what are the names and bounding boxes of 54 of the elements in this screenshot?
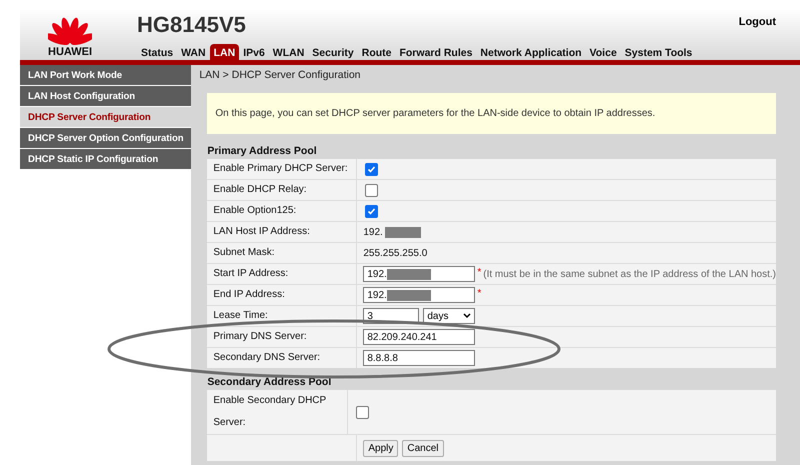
field-label: Secondary DNS Server: (207, 348, 358, 368)
field-label: Enable Primary DHCP Server: (207, 159, 358, 179)
field-label: End IP Address: (207, 285, 358, 305)
sidebar-item[interactable]: LAN Host Configuration (20, 86, 192, 106)
info-notice: On this page, you can set DHCP server parameters for the LAN-side device to obtain IP addresses. (207, 93, 776, 134)
sidebar-item[interactable]: DHCP Server Option Configuration (20, 128, 192, 148)
nav-tab[interactable]: Network Application (476, 44, 586, 63)
action-button[interactable]: Apply (363, 440, 398, 456)
value-text: 255.255.255.0 (363, 248, 428, 258)
hint-text: (It must be in the same subnet as the IP address of the LAN host.) (483, 268, 776, 280)
model-title: HG8145V5 (137, 12, 246, 38)
nav-tab[interactable]: WAN (177, 44, 210, 63)
field-label: Enable Secondary DHCP Server: (207, 390, 348, 434)
input-field[interactable]: 8.8.8.8 (363, 350, 476, 366)
field-label: Enable DHCP Relay: (207, 180, 358, 200)
nav-tab[interactable]: IPv6 (239, 44, 269, 63)
checkbox[interactable] (356, 406, 370, 418)
input-field[interactable]: 192. (363, 266, 476, 282)
nav-tab[interactable]: WLAN (268, 44, 308, 63)
field-label: Start IP Address: (207, 264, 358, 284)
section-title: Secondary Address Pool (207, 376, 332, 388)
nav-tab[interactable]: Route (358, 44, 396, 63)
field-label: Subnet Mask: (207, 243, 358, 263)
value-text: 192. (363, 226, 383, 238)
input-field[interactable]: 192. (363, 287, 476, 303)
logo-icon (48, 16, 92, 46)
field-label: Lease Time: (207, 306, 358, 326)
action-button[interactable]: Cancel (402, 440, 444, 456)
nav-tab[interactable]: Forward Rules (395, 44, 476, 63)
field-label: Enable Option125: (207, 201, 358, 221)
nav-tab[interactable]: Voice (586, 44, 621, 63)
checkmark-icon (367, 164, 376, 174)
checkmark-icon (367, 206, 376, 216)
sidebar-item[interactable]: LAN Port Work Mode (20, 65, 192, 85)
nav-tab[interactable]: LAN (210, 44, 240, 63)
brand-name: HUAWEI (48, 46, 92, 58)
unit-select[interactable]: days (423, 308, 476, 324)
nav-tab[interactable]: Status (137, 44, 178, 63)
sidebar-item[interactable]: DHCP Static IP Configuration (20, 149, 192, 169)
caret-icon (463, 313, 472, 319)
breadcrumb: LAN > DHCP Server Configuration (198, 68, 362, 83)
checkbox[interactable] (365, 204, 378, 218)
logout-link[interactable]: Logout (738, 16, 776, 28)
nav-tab[interactable]: Security (308, 44, 358, 63)
input-field[interactable]: 82.209.240.241 (363, 329, 476, 345)
required-mark: * (477, 288, 482, 299)
field-label: LAN Host IP Address: (207, 222, 358, 242)
required-mark: * (477, 267, 482, 278)
sidebar-item[interactable]: DHCP Server Configuration (20, 107, 192, 127)
checkbox[interactable] (365, 162, 378, 176)
nav-tab[interactable]: System Tools (620, 44, 696, 63)
field-label: Primary DNS Server: (207, 327, 358, 347)
section-title: Primary Address Pool (207, 145, 318, 157)
checkbox[interactable] (365, 184, 378, 196)
